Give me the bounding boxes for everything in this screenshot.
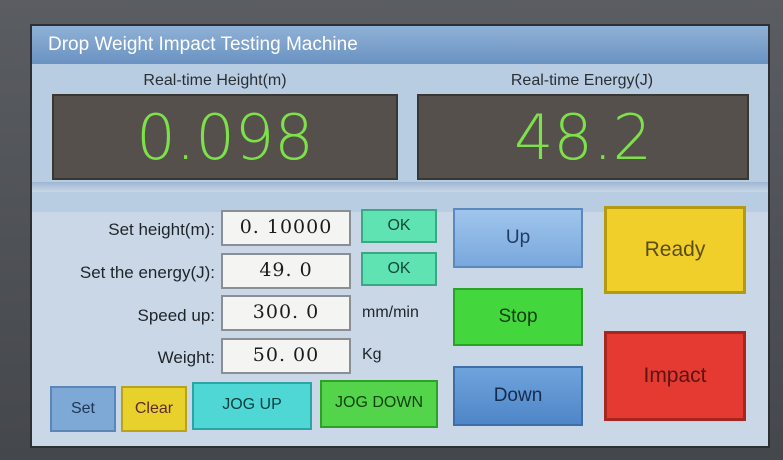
set-energy-ok-button[interactable]: OK — [361, 252, 437, 286]
impact-button[interactable]: Impact — [604, 331, 746, 421]
jog-down-button[interactable]: JOG DOWN — [320, 380, 438, 428]
hmi-screen: Drop Weight Impact Testing Machine Real-… — [30, 24, 770, 448]
weight-field[interactable]: 50. 00 — [221, 338, 351, 374]
weight-label: Weight: — [157, 348, 215, 367]
speed-field[interactable]: 300. 0 — [221, 295, 351, 331]
energy-gauge-label: Real-time Energy(J) — [510, 72, 654, 89]
set-height-field[interactable]: 0. 10000 — [221, 210, 351, 246]
ready-button[interactable]: Ready — [604, 206, 746, 294]
speed-label: Speed up: — [137, 306, 215, 325]
clear-button[interactable]: Clear — [121, 386, 187, 432]
height-gauge-label: Real-time Height(m) — [143, 72, 287, 89]
energy-readout: 48.2 — [417, 94, 749, 180]
set-energy-label: Set the energy(J): — [79, 263, 215, 282]
set-button[interactable]: Set — [50, 386, 116, 432]
height-readout: 0.098 — [52, 94, 398, 180]
set-height-ok-button[interactable]: OK — [361, 209, 437, 243]
up-button[interactable]: Up — [453, 208, 583, 268]
stop-button[interactable]: Stop — [453, 288, 583, 346]
title-bar: Drop Weight Impact Testing Machine — [32, 26, 768, 64]
jog-up-button[interactable]: JOG UP — [192, 382, 312, 430]
set-height-label: Set height(m): — [108, 220, 215, 239]
set-energy-field[interactable]: 49. 0 — [221, 253, 351, 289]
section-divider — [32, 182, 768, 192]
speed-unit: mm/min — [362, 304, 419, 321]
app-title: Drop Weight Impact Testing Machine — [48, 34, 358, 55]
weight-unit: Kg — [362, 346, 382, 363]
down-button[interactable]: Down — [453, 366, 583, 426]
